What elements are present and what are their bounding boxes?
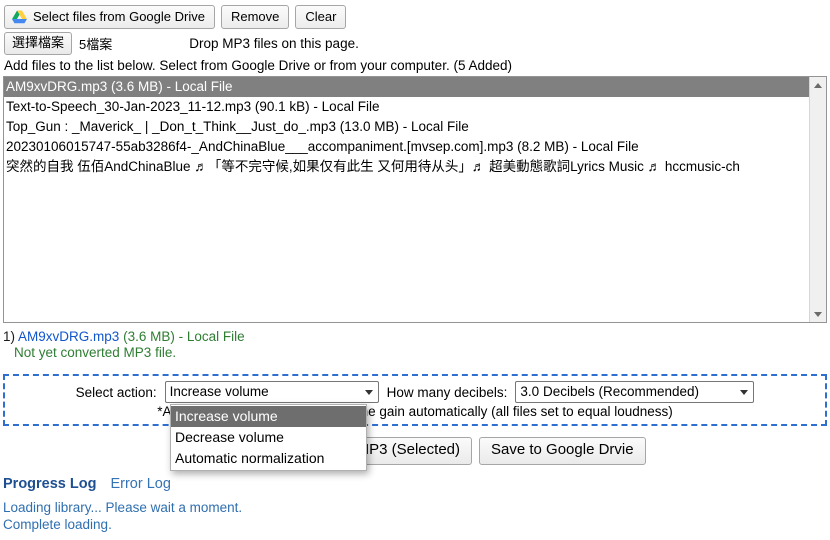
- log-tabs: Progress Log Error Log: [3, 476, 171, 492]
- select-action-dropdown[interactable]: Increase volume: [164, 381, 379, 403]
- scroll-down-arrow-icon[interactable]: [810, 306, 826, 322]
- scroll-up-arrow-icon[interactable]: [810, 77, 826, 93]
- options-panel: Select action: Increase volume How many …: [3, 374, 827, 426]
- google-drive-icon: [12, 9, 27, 24]
- status-index: 1): [3, 329, 16, 344]
- choose-file-button[interactable]: 選擇檔案: [4, 32, 73, 55]
- list-item[interactable]: Top_Gun : _Maverick_ | _Don_t_Think__Jus…: [4, 117, 809, 137]
- clear-button[interactable]: Clear: [295, 5, 347, 29]
- current-file-status: 1) AM9xvDRG.mp3 (3.6 MB) - Local File: [3, 329, 245, 344]
- list-item[interactable]: Text-to-Speech_30-Jan-2023_11-12.mp3 (90…: [4, 97, 809, 117]
- status-message: Not yet converted MP3 file.: [14, 345, 177, 360]
- log-line: Loading library... Please wait a moment.: [3, 500, 243, 515]
- select-files-from-google-drive-button[interactable]: Select files from Google Drive: [4, 5, 215, 29]
- file-list-scrollbar[interactable]: [809, 77, 826, 322]
- decibels-label: How many decibels:: [386, 384, 508, 400]
- instruction-text: Add files to the list below. Select from…: [4, 58, 512, 73]
- log-content: Loading library... Please wait a moment.…: [3, 499, 242, 533]
- list-item[interactable]: 突然的自我 伍佰AndChinaBlue ♬「等不完守候,如果仅有此生 又何用待…: [4, 157, 809, 177]
- status-file-link[interactable]: AM9xvDRG.mp3: [18, 329, 119, 344]
- options-row: Select action: Increase volume How many …: [5, 381, 825, 403]
- remove-button[interactable]: Remove: [220, 5, 290, 29]
- save-to-google-drive-button[interactable]: Save to Google Drvie: [479, 437, 646, 465]
- file-input-row: 選擇檔案 5檔案 Drop MP3 files on this page.: [4, 32, 826, 55]
- chosen-file-count-label: 5檔案: [79, 37, 113, 52]
- select-action-label: Select action:: [75, 384, 157, 400]
- tab-progress-log[interactable]: Progress Log: [3, 476, 96, 492]
- select-action-dropdown-options[interactable]: Increase volume Decrease volume Automati…: [170, 404, 367, 471]
- select-files-from-google-drive-label: Select files from Google Drive: [33, 9, 205, 24]
- tab-error-log[interactable]: Error Log: [110, 476, 170, 492]
- log-line: Complete loading.: [3, 517, 112, 532]
- decibels-dropdown[interactable]: 3.0 Decibels (Recommended): [515, 381, 755, 403]
- dropdown-option-increase-volume[interactable]: Increase volume: [171, 406, 366, 427]
- dropdown-option-decrease-volume[interactable]: Decrease volume: [171, 427, 366, 448]
- toolbar: Select files from Google Drive Remove Cl…: [4, 5, 347, 29]
- action-buttons-row: Create MP3 Create MP3 (Selected) Save to…: [0, 437, 830, 465]
- drop-files-hint: Drop MP3 files on this page.: [189, 36, 359, 51]
- page-root: Select files from Google Drive Remove Cl…: [0, 0, 830, 540]
- file-list-items: AM9xvDRG.mp3 (3.6 MB) - Local File Text-…: [4, 77, 809, 322]
- list-item[interactable]: AM9xvDRG.mp3 (3.6 MB) - Local File: [4, 77, 809, 97]
- dropdown-option-automatic-normalization[interactable]: Automatic normalization: [171, 448, 366, 469]
- list-item[interactable]: 20230106015747-55ab3286f4-_AndChinaBlue_…: [4, 137, 809, 157]
- normalization-note: *Automatic normalization adjusts the gai…: [157, 404, 673, 419]
- status-file-meta: (3.6 MB) - Local File: [123, 329, 245, 344]
- file-list-box[interactable]: AM9xvDRG.mp3 (3.6 MB) - Local File Text-…: [3, 76, 827, 323]
